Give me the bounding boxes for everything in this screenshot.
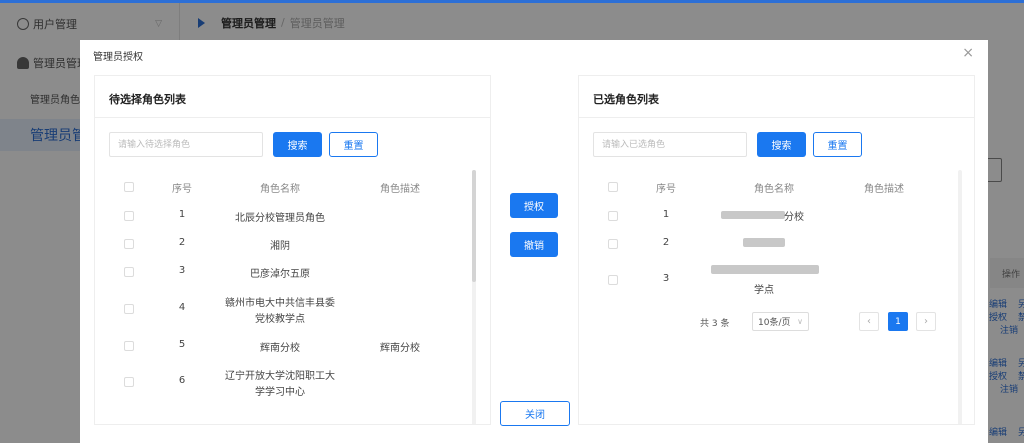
dialog-title: 管理员授权: [93, 52, 143, 63]
row-index: 6: [178, 375, 186, 386]
available-roles-panel: 待选择角色列表 搜索 重置 序号 角色名称 角色描述 1 北辰分校管理员角色 2…: [94, 75, 491, 425]
chevron-down-icon: ∨: [797, 317, 803, 326]
row-index: 3: [662, 273, 670, 284]
close-button[interactable]: 关闭: [500, 401, 570, 426]
panel-title: 待选择角色列表: [109, 93, 186, 106]
row-role-name-line2: 党校教学点: [255, 314, 305, 325]
row-role-name-line2: 学学习中心: [255, 387, 305, 398]
selected-role-search-input[interactable]: [593, 132, 747, 157]
panel-title: 已选角色列表: [593, 93, 659, 106]
revoke-button[interactable]: 撤销: [510, 232, 558, 257]
reset-button[interactable]: 重置: [329, 132, 378, 157]
row-checkbox[interactable]: [608, 211, 618, 221]
redacted-text: [743, 238, 785, 247]
col-header-name: 角色名称: [754, 184, 794, 195]
page-size-value: 10条/页: [758, 318, 791, 328]
reset-button[interactable]: 重置: [813, 132, 862, 157]
search-button[interactable]: 搜索: [273, 132, 322, 157]
row-role-name: 湘阴: [270, 241, 290, 252]
row-role-name: 北辰分校管理员角色: [235, 213, 325, 224]
scrollbar-thumb[interactable]: [472, 170, 476, 282]
scrollbar-track[interactable]: [958, 170, 962, 424]
row-index: 5: [178, 339, 186, 350]
row-checkbox[interactable]: [124, 211, 134, 221]
row-index: 1: [178, 209, 186, 220]
row-index: 2: [178, 237, 186, 248]
page-size-select[interactable]: 10条/页 ∨: [752, 312, 809, 331]
row-checkbox[interactable]: [124, 341, 134, 351]
admin-authorize-dialog: 管理员授权 × 待选择角色列表 搜索 重置 序号 角色名称 角色描述 1 北辰分…: [80, 40, 988, 443]
redacted-text: [711, 265, 819, 274]
row-role-name: 学点: [754, 285, 774, 296]
col-header-name: 角色名称: [260, 184, 300, 195]
select-all-checkbox[interactable]: [608, 182, 618, 192]
row-role-name: 巴彦淖尔五原: [250, 269, 310, 280]
row-index: 3: [178, 265, 186, 276]
close-icon[interactable]: ×: [962, 45, 974, 61]
row-role-name: 辉南分校: [260, 343, 300, 354]
row-index: 1: [662, 209, 670, 220]
divider: [579, 117, 974, 118]
col-header-desc: 角色描述: [380, 184, 420, 195]
available-role-search-input[interactable]: [109, 132, 263, 157]
row-checkbox[interactable]: [124, 304, 134, 314]
next-page-button[interactable]: ›: [916, 312, 936, 331]
divider: [95, 117, 490, 118]
row-role-name: 赣州市电大中共信丰县委: [225, 298, 335, 309]
select-all-checkbox[interactable]: [124, 182, 134, 192]
grant-button[interactable]: 授权: [510, 193, 558, 218]
prev-page-button[interactable]: ‹: [859, 312, 879, 331]
pagination-total: 共 3 条: [700, 319, 730, 329]
search-button[interactable]: 搜索: [757, 132, 806, 157]
row-checkbox[interactable]: [124, 239, 134, 249]
current-page[interactable]: 1: [888, 312, 908, 331]
row-checkbox[interactable]: [124, 267, 134, 277]
col-header-index: 序号: [656, 184, 676, 195]
row-role-desc: 辉南分校: [380, 343, 420, 354]
col-header-desc: 角色描述: [864, 184, 904, 195]
row-role-name: 辽宁开放大学沈阳职工大: [225, 371, 335, 382]
row-index: 4: [178, 302, 186, 313]
row-index: 2: [662, 237, 670, 248]
row-checkbox[interactable]: [608, 239, 618, 249]
row-role-name: 分校: [784, 212, 804, 223]
row-checkbox[interactable]: [124, 377, 134, 387]
col-header-index: 序号: [172, 184, 192, 195]
redacted-text: [721, 211, 785, 219]
selected-roles-panel: 已选角色列表 搜索 重置 序号 角色名称 角色描述 1 分校 2 3 学点 共 …: [578, 75, 975, 425]
row-checkbox[interactable]: [608, 275, 618, 285]
